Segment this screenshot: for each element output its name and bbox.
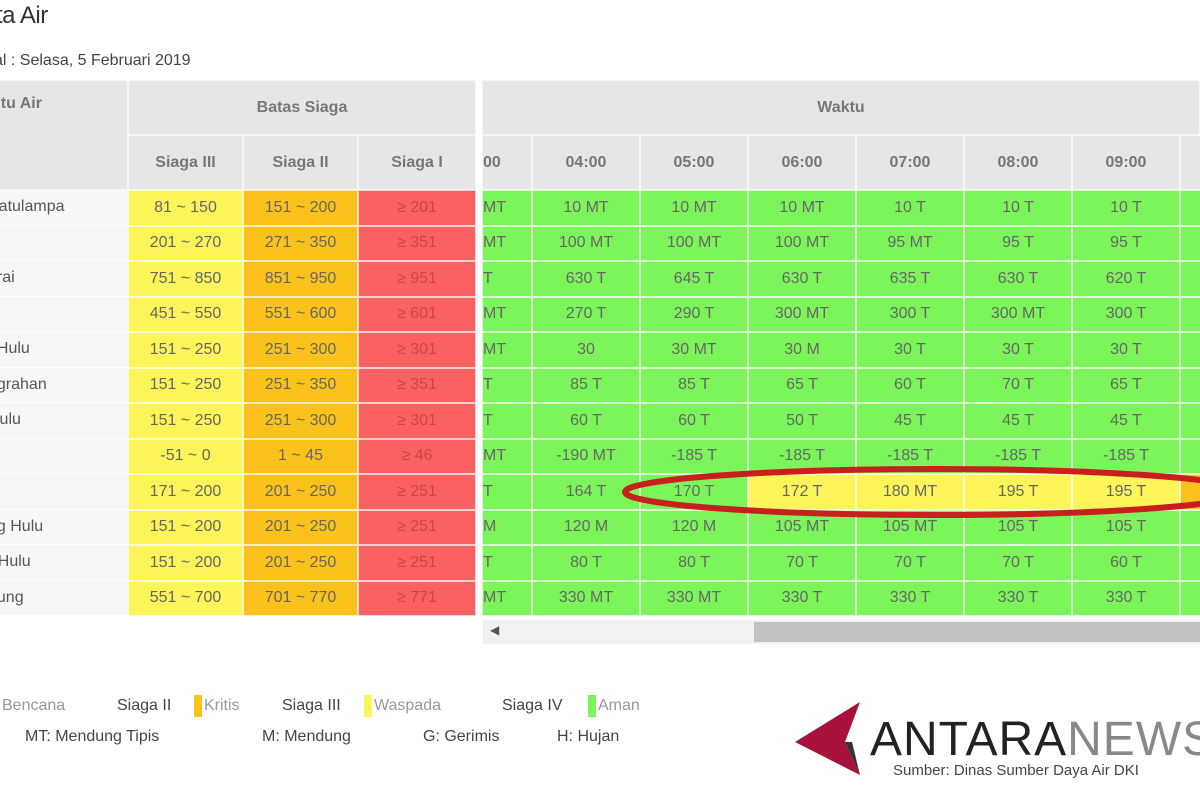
antara-logo-icon <box>795 702 860 775</box>
highlight-oval <box>622 466 1200 518</box>
highlight-ellipse <box>622 466 1200 518</box>
antara-logo: ANTARANEWS <box>870 713 1200 766</box>
source-credit: Sumber: Dinas Sumber Daya Air DKI <box>893 762 1139 779</box>
